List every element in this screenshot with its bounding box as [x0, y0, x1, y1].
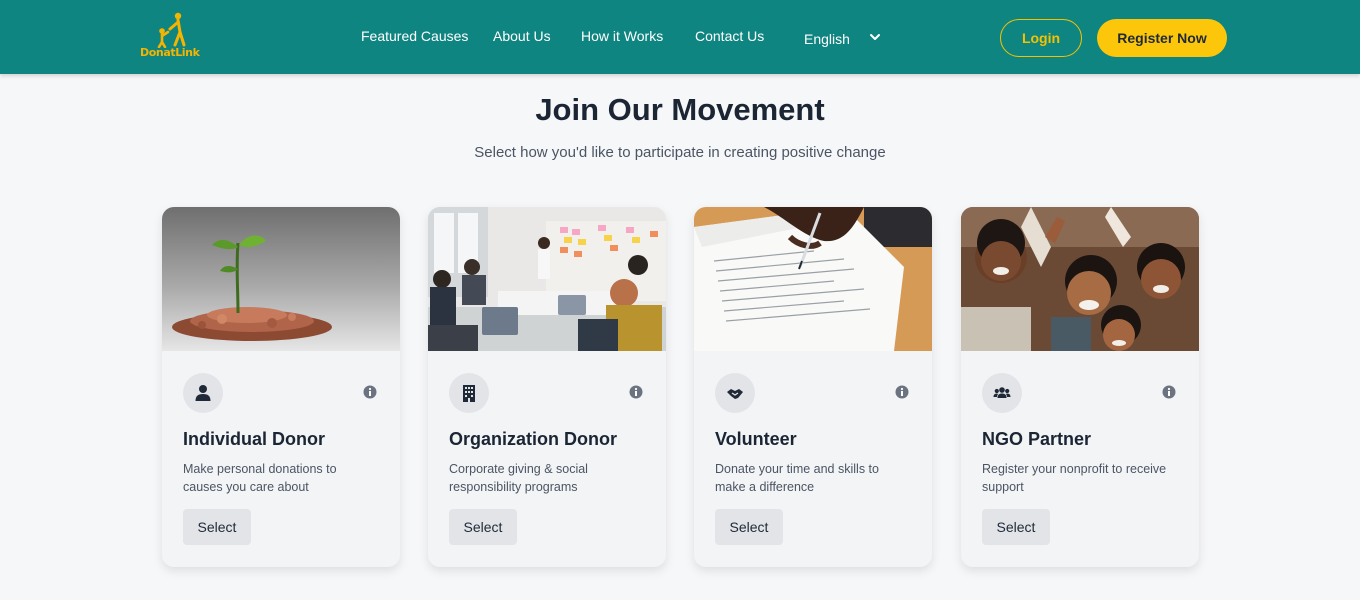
- card-image-children: [961, 207, 1199, 351]
- card-organization-donor: Organization Donor Corporate giving & so…: [428, 207, 666, 567]
- card-description: Make personal donations to causes you ca…: [183, 462, 337, 494]
- card-title: Organization Donor: [449, 429, 617, 449]
- register-button[interactable]: Register Now: [1097, 19, 1227, 57]
- info-icon[interactable]: [895, 385, 909, 399]
- building-icon: [463, 385, 475, 402]
- card-image-office-meeting: [428, 207, 666, 351]
- organization-icon-badge: [449, 373, 489, 413]
- nav-about-us[interactable]: About Us: [493, 28, 551, 44]
- login-button[interactable]: Login: [1000, 19, 1082, 57]
- select-organization-button[interactable]: Select: [449, 509, 517, 545]
- select-ngo-button[interactable]: Select: [982, 509, 1050, 545]
- info-icon[interactable]: [629, 385, 643, 399]
- page-title: Join Our Movement: [535, 92, 825, 127]
- card-description: Register your nonprofit to receive suppo…: [982, 462, 1167, 494]
- card-volunteer: Volunteer Donate your time and skills to…: [694, 207, 932, 567]
- nav-featured-causes[interactable]: Featured Causes: [361, 28, 468, 44]
- volunteer-icon-badge: [715, 373, 755, 413]
- ngo-icon-badge: [982, 373, 1022, 413]
- select-volunteer-button[interactable]: Select: [715, 509, 783, 545]
- language-select[interactable]: English: [804, 31, 880, 47]
- card-description: Corporate giving & social responsibility…: [449, 462, 588, 494]
- card-description: Donate your time and skills to make a di…: [715, 462, 879, 494]
- chevron-down-icon: [870, 34, 880, 40]
- nav-contact-us[interactable]: Contact Us: [695, 28, 764, 44]
- info-icon[interactable]: [1162, 385, 1176, 399]
- individual-icon-badge: [183, 373, 223, 413]
- page-subtitle: Select how you'd like to participate in …: [474, 144, 886, 161]
- logo-figure-icon: [157, 12, 186, 48]
- logo[interactable]: DonatLink: [138, 12, 204, 60]
- handshake-icon: [727, 389, 743, 399]
- card-title: Volunteer: [715, 429, 797, 449]
- card-image-signing-paper: [694, 207, 932, 351]
- user-icon: [195, 385, 211, 401]
- select-individual-button[interactable]: Select: [183, 509, 251, 545]
- info-icon[interactable]: [363, 385, 377, 399]
- top-navbar: DonatLink Featured Causes About Us How i…: [0, 0, 1360, 74]
- card-title: Individual Donor: [183, 429, 325, 449]
- language-label: English: [804, 31, 850, 47]
- card-title: NGO Partner: [982, 429, 1092, 449]
- card-individual-donor: Individual Donor Make personal donations…: [162, 207, 400, 567]
- users-icon: [993, 387, 1011, 398]
- logo-text: DonatLink: [140, 46, 200, 59]
- card-image-plant-coins: [162, 207, 400, 351]
- nav-how-it-works[interactable]: How it Works: [581, 28, 663, 44]
- card-ngo-partner: NGO Partner Register your nonprofit to r…: [961, 207, 1199, 567]
